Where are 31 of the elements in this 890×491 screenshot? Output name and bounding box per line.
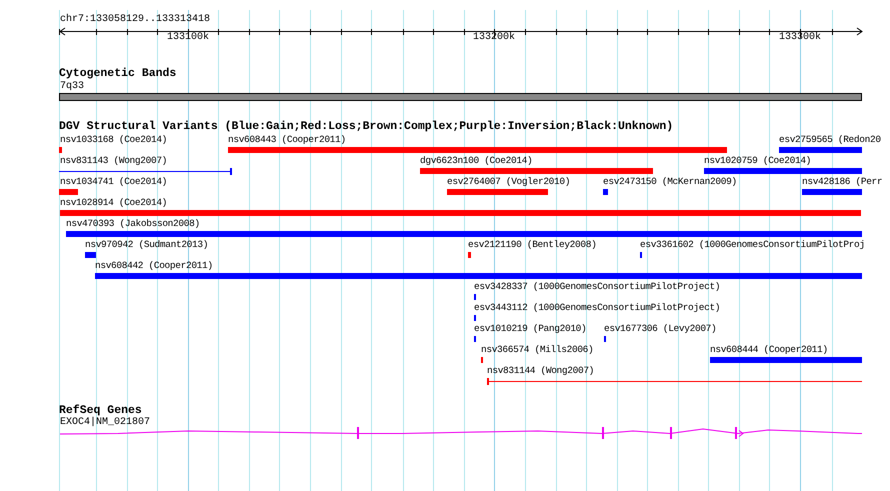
variant-label: nsv831143 (Wong2007) [60,156,168,166]
variant-label: esv2764007 (Vogler2010) [447,177,570,186]
variant-label: esv2759565 (Redon20 [779,135,881,144]
variant-label: nsv428186 (Perr [802,177,882,186]
variant-label: dgv6623n100 (Coe2014) [420,156,532,166]
variant-label: nsv970942 (Sudmant2013) [85,240,208,250]
variant-label: esv3361602 (1000GenomesConsortiumPilotProj [640,240,865,250]
track-title: DGV Structural Variants (Blue:Gain;Red:Loss;Brown:Complex;Purple:Inversion;Black:Unknown) [59,121,674,132]
variant-label: esv1677306 (Levy2007) [604,324,716,334]
variant-label: nsv1034741 (Coe2014) [60,177,168,186]
variant-label: nsv608442 (Cooper2011) [95,261,213,270]
variant-label: nsv1028914 (Coe2014) [60,198,168,208]
variant-label: esv2473150 (McKernan2009) [603,177,737,186]
tick-label: 133200k [472,33,516,43]
track-title: RefSeq Genes [59,405,142,416]
variant-label: nsv831144 (Wong2007) [487,366,594,376]
variant-label: nsv366574 (Mills2006) [481,345,594,354]
variant-label: esv1010219 (Pang2010) [474,324,586,334]
variant-label: nsv1020759 (Coe2014) [704,156,812,166]
variant-label: nsv608444 (Cooper2011) [710,345,828,354]
variant-label: esv3443112 (1000GenomesConsortiumPilotProject) [474,303,720,312]
variant-label: nsv470393 (Jakobsson2008) [66,219,200,228]
variant-label: nsv1033168 (Coe2014) [60,135,168,144]
track-title: Cytogenetic Bands [59,68,176,80]
region-label: chr7:133058129..133313418 [60,15,210,25]
variant-label: esv3428337 (1000GenomesConsortiumPilotProject) [474,282,720,292]
gene-label: EXOC4|NM_021807 [60,418,150,428]
variant-label: nsv608443 (Cooper2011) [228,135,346,144]
band-label: 7q33 [60,82,84,92]
variant-label: esv2121190 (Bentley2008) [468,240,596,250]
tick-label: 133300k [778,33,822,43]
